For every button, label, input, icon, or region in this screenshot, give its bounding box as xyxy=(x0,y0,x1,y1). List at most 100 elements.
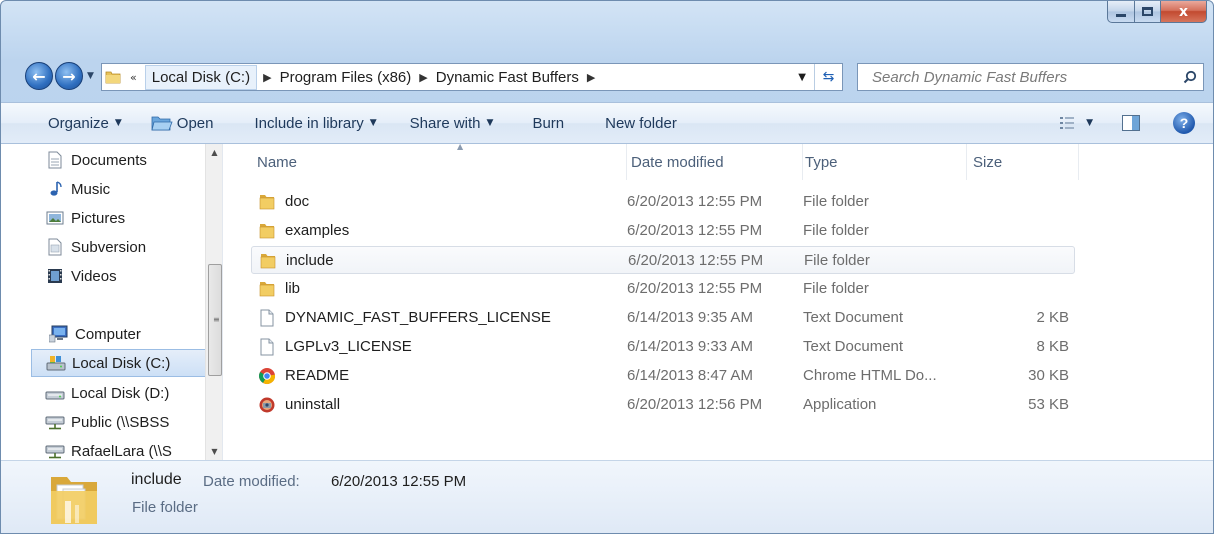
scroll-thumb[interactable]: ≡ xyxy=(208,264,222,376)
minimize-button[interactable] xyxy=(1107,1,1135,23)
chrome-icon xyxy=(257,366,277,386)
file-row-doc[interactable]: doc 6/20/2013 12:55 PM File folder xyxy=(251,188,1075,216)
change-view-button[interactable]: ▼ xyxy=(1049,116,1104,130)
nav-scrollbar[interactable]: ▲ ≡ ▼ xyxy=(205,144,222,460)
file-row-dynamic-fast-buffers-license[interactable]: DYNAMIC_FAST_BUFFERS_LICENSE 6/14/2013 9… xyxy=(251,304,1075,332)
new-folder-button[interactable]: New folder xyxy=(575,115,688,132)
file-name: uninstall xyxy=(285,396,341,413)
file-name-cell: uninstall xyxy=(257,391,340,419)
nav-item-label: Videos xyxy=(71,267,117,285)
search-input[interactable] xyxy=(858,68,1177,86)
share-with-menu[interactable]: Share with ▼ xyxy=(388,115,505,132)
nav-item-documents[interactable]: Documents xyxy=(45,146,147,174)
open-button[interactable]: Open xyxy=(133,114,225,132)
share-with-label: Share with xyxy=(409,114,481,132)
nav-item-subversion[interactable]: Subversion xyxy=(45,233,146,261)
preview-pane-icon xyxy=(1122,115,1140,131)
file-type: Chrome HTML Do... xyxy=(803,367,937,384)
include-in-library-label: Include in library xyxy=(254,114,364,132)
forward-button[interactable]: → xyxy=(55,62,83,90)
file-date: 6/20/2013 12:55 PM xyxy=(627,280,763,297)
address-bar[interactable]: « Local Disk (C:) ▶ Program Files (x86) … xyxy=(101,63,843,91)
file-size xyxy=(989,275,1069,303)
nav-item-music[interactable]: Music xyxy=(45,175,110,203)
organize-label: Organize xyxy=(48,114,109,132)
details-date-label: Date modified: xyxy=(203,473,300,490)
file-row-readme[interactable]: README 6/14/2013 8:47 AM Chrome HTML Do.… xyxy=(251,362,1075,390)
maximize-button[interactable] xyxy=(1135,1,1161,23)
back-button[interactable]: ← xyxy=(25,62,53,90)
folder-icon xyxy=(257,221,277,241)
recent-pages-dropdown[interactable]: ▼ xyxy=(87,71,99,83)
organize-menu[interactable]: Organize ▼ xyxy=(37,115,133,132)
sort-ascending-icon: ▲ xyxy=(457,142,464,151)
network-drive-icon xyxy=(45,412,65,432)
file-size: 53 KB xyxy=(1028,396,1069,413)
nav-item-public-network[interactable]: Public (\\SBSS xyxy=(45,408,169,436)
refresh-button[interactable]: ⇆ xyxy=(814,64,842,90)
minimize-icon xyxy=(1116,14,1126,17)
preview-pane-button[interactable] xyxy=(1104,115,1151,131)
file-name: doc xyxy=(285,193,310,210)
music-icon xyxy=(45,179,65,199)
chevron-right-icon[interactable]: ▶ xyxy=(413,71,433,84)
file-size: 30 KB xyxy=(1028,367,1069,384)
drive-icon xyxy=(45,383,65,403)
column-header-date[interactable]: Date modified xyxy=(627,144,803,180)
nav-item-rafaellara-network[interactable]: RafaelLara (\\S xyxy=(45,437,172,460)
nav-item-label: Pictures xyxy=(71,209,126,227)
file-type: Text Document xyxy=(803,338,904,355)
address-history-dropdown[interactable]: ▼ xyxy=(790,72,814,83)
column-header-type[interactable]: Type xyxy=(803,144,967,180)
file-name: lib xyxy=(285,280,301,297)
chevron-right-icon[interactable]: ▶ xyxy=(257,71,277,84)
file-row-lib[interactable]: lib 6/20/2013 12:55 PM File folder xyxy=(251,275,1075,303)
column-header-size[interactable]: Size xyxy=(967,144,1079,180)
file-date: 6/14/2013 9:33 AM xyxy=(627,338,753,355)
file-type: Text Document xyxy=(803,309,904,326)
nav-item-local-disk-c[interactable]: Local Disk (C:) xyxy=(31,349,222,377)
file-name-cell: doc xyxy=(257,188,309,216)
breadcrumb-dynamic-fast-buffers[interactable]: Dynamic Fast Buffers xyxy=(434,69,581,86)
burn-button[interactable]: Burn xyxy=(504,115,575,132)
scroll-down-icon[interactable]: ▼ xyxy=(206,443,222,460)
nav-item-pictures[interactable]: Pictures xyxy=(45,204,125,232)
details-file-name: include xyxy=(131,471,182,488)
nav-item-label: Local Disk (C:) xyxy=(72,354,171,372)
file-date: 6/20/2013 12:55 PM xyxy=(628,252,764,269)
nav-item-computer[interactable]: Computer xyxy=(49,320,141,348)
file-row-uninstall[interactable]: uninstall 6/20/2013 12:56 PM Application… xyxy=(251,391,1075,419)
nav-item-label: Local Disk (D:) xyxy=(71,384,170,402)
file-row-include[interactable]: include 6/20/2013 12:55 PM File folder xyxy=(251,246,1075,274)
chevron-down-icon: ▼ xyxy=(114,118,122,128)
help-button[interactable]: ? xyxy=(1173,112,1195,134)
include-in-library-menu[interactable]: Include in library ▼ xyxy=(225,115,388,132)
file-name: DYNAMIC_FAST_BUFFERS_LICENSE xyxy=(285,309,551,326)
file-row-examples[interactable]: examples 6/20/2013 12:55 PM File folder xyxy=(251,217,1075,245)
file-date: 6/20/2013 12:56 PM xyxy=(627,396,763,413)
scroll-up-icon[interactable]: ▲ xyxy=(206,144,222,161)
file-type: File folder xyxy=(804,252,870,269)
file-name-cell: include xyxy=(258,247,334,275)
file-size: 8 KB xyxy=(1036,338,1069,355)
file-date: 6/20/2013 12:55 PM xyxy=(627,193,763,210)
column-header-name[interactable]: ▲ Name xyxy=(251,142,627,180)
search-button[interactable] xyxy=(1177,70,1203,84)
chevron-right-icon[interactable]: ▶ xyxy=(581,71,601,84)
nav-item-local-disk-d[interactable]: Local Disk (D:) xyxy=(45,379,169,407)
file-name-cell: LGPLv3_LICENSE xyxy=(257,333,412,361)
folder-icon xyxy=(257,192,277,212)
column-header-label: Name xyxy=(257,153,298,171)
breadcrumb-overflow[interactable]: « xyxy=(124,71,143,84)
folder-icon xyxy=(47,469,101,529)
file-row-lgplv3-license[interactable]: LGPLv3_LICENSE 6/14/2013 9:33 AM Text Do… xyxy=(251,333,1075,361)
chevron-down-icon: ▼ xyxy=(1086,118,1093,128)
folder-icon xyxy=(102,63,124,91)
file-name-cell: DYNAMIC_FAST_BUFFERS_LICENSE xyxy=(257,304,551,332)
breadcrumb-local-disk-c[interactable]: Local Disk (C:) xyxy=(144,64,258,90)
burn-label: Burn xyxy=(532,114,565,132)
close-button[interactable]: x xyxy=(1161,1,1207,23)
nav-item-videos[interactable]: Videos xyxy=(45,262,117,290)
arrow-left-icon: ← xyxy=(32,66,46,86)
breadcrumb-program-files[interactable]: Program Files (x86) xyxy=(278,69,414,86)
